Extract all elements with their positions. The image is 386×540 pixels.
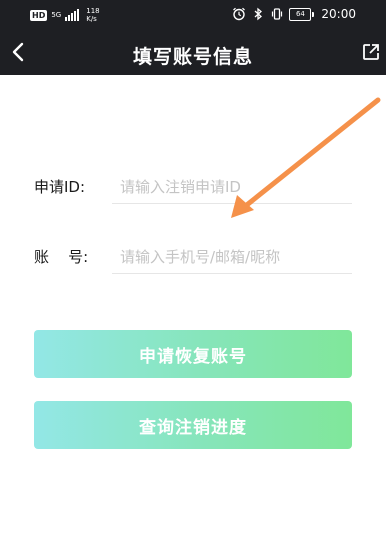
title-bar: 填写账号信息 xyxy=(0,30,386,75)
form-row-application-id: 申请ID: xyxy=(0,162,386,212)
form-row-account: 账 号: xyxy=(0,232,386,282)
status-bar: HD 5G 118 K/s 64 20:00 xyxy=(0,0,386,30)
network-speed-value: 118 xyxy=(86,7,100,15)
share-icon xyxy=(363,44,379,60)
application-id-label: 申请ID: xyxy=(34,178,86,196)
signal-icon xyxy=(65,9,80,21)
battery-level: 64 xyxy=(289,7,312,21)
network-generation: 5G xyxy=(51,11,62,19)
hd-badge: HD xyxy=(30,9,48,21)
vibrate-icon xyxy=(272,8,283,20)
page-title: 填写账号信息 xyxy=(132,46,253,68)
battery-icon: 64 xyxy=(289,7,315,21)
bluetooth-icon xyxy=(254,7,263,21)
status-clock: 20:00 xyxy=(321,7,356,21)
application-id-input[interactable] xyxy=(112,170,352,204)
account-info-screen: HD 5G 118 K/s 64 20:00 填写账号信息 申请ID: 请输入注… xyxy=(0,0,386,540)
status-left: HD 5G 118 K/s xyxy=(30,7,100,23)
network-speed: 118 K/s xyxy=(86,7,99,23)
account-input[interactable] xyxy=(112,240,352,274)
query-cancellation-progress-button[interactable]: 查询注销进度 xyxy=(34,401,352,449)
account-label: 账 号: xyxy=(34,248,89,266)
restore-account-button[interactable]: 申请恢复账号 xyxy=(34,330,352,378)
status-right: 64 20:00 xyxy=(232,7,356,21)
network-speed-unit: K/s xyxy=(86,15,97,23)
share-button[interactable] xyxy=(358,39,384,65)
alarm-icon xyxy=(233,7,246,21)
